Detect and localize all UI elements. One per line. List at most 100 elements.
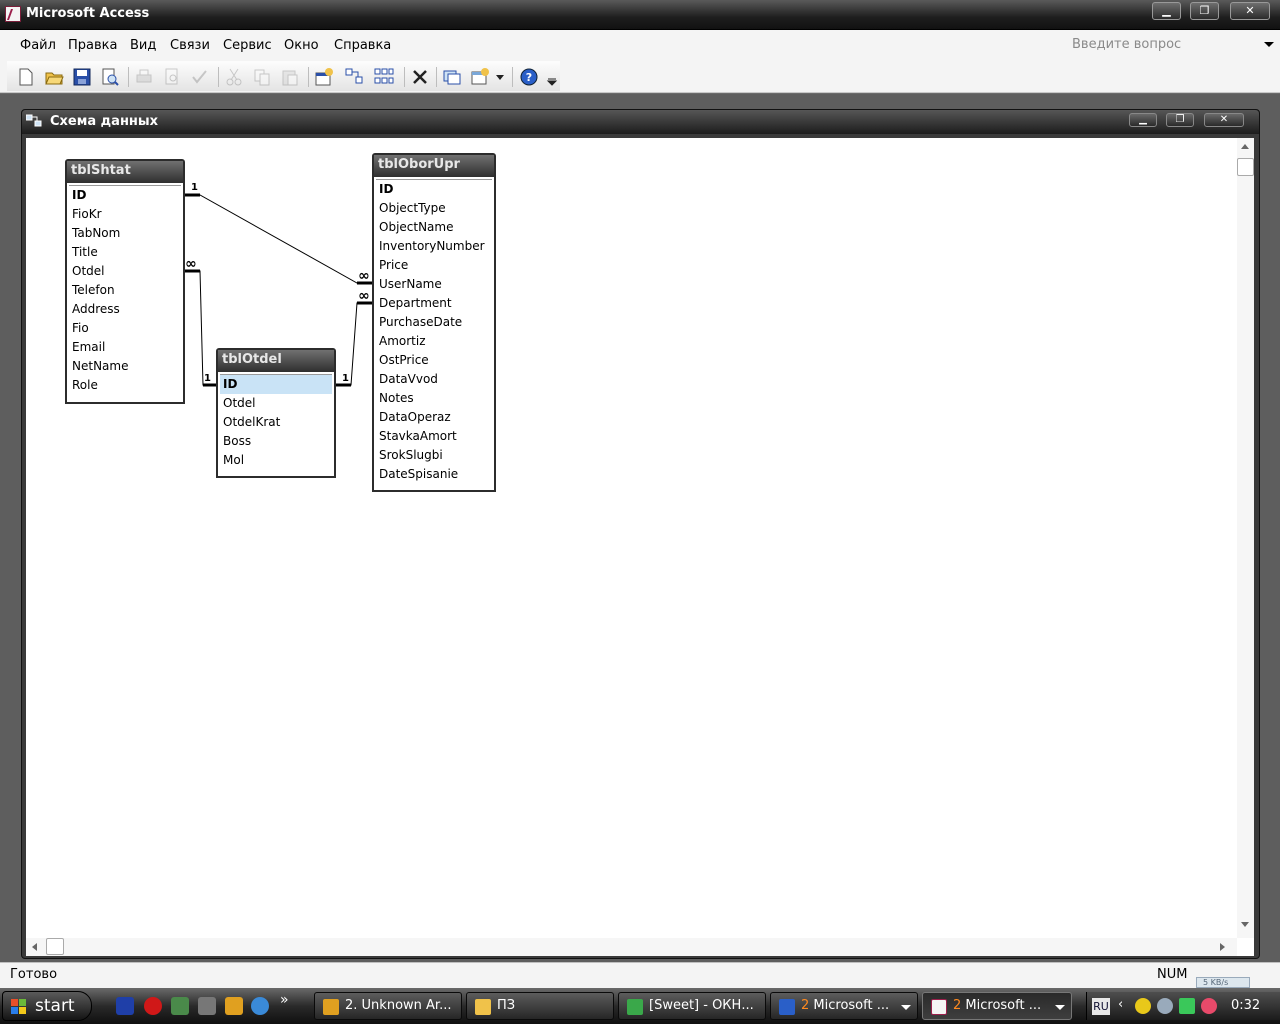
file-search-icon[interactable]: [100, 67, 120, 87]
menu-relationships[interactable]: Связи: [170, 38, 210, 53]
field-row[interactable]: Price: [376, 256, 492, 275]
delete-icon[interactable]: [410, 67, 430, 87]
open-icon[interactable]: [44, 67, 64, 87]
tray-app-icon[interactable]: [1135, 998, 1151, 1014]
field-row[interactable]: NetName: [69, 357, 181, 376]
menu-file[interactable]: Файл: [20, 38, 56, 53]
new-object-icon[interactable]: [470, 67, 490, 87]
clock[interactable]: 0:32: [1231, 998, 1260, 1013]
field-row[interactable]: Fio: [69, 319, 181, 338]
field-row[interactable]: DataOperaz: [376, 408, 492, 427]
field-row[interactable]: DateSpisanie: [376, 465, 492, 484]
language-indicator[interactable]: RU: [1092, 998, 1110, 1015]
print-preview-icon[interactable]: [162, 67, 182, 87]
taskbar-button-unknown[interactable]: 2. Unknown Ar...: [314, 992, 462, 1020]
field-row[interactable]: OstPrice: [376, 351, 492, 370]
ask-question-box[interactable]: Введите вопрос: [1072, 37, 1181, 52]
field-row[interactable]: StavkaAmort: [376, 427, 492, 446]
restore-button[interactable]: ❐: [1190, 2, 1219, 20]
start-button[interactable]: start: [2, 991, 92, 1021]
menu-view[interactable]: Вид: [130, 38, 156, 53]
show-table-icon[interactable]: [314, 67, 334, 87]
minimize-button[interactable]: ▁: [1152, 2, 1181, 20]
table-title[interactable]: tblOtdel: [218, 350, 334, 372]
field-row[interactable]: Address: [69, 300, 181, 319]
tray-expand-icon[interactable]: ‹: [1118, 997, 1123, 1012]
taskbar-button-folder[interactable]: ПЗ: [466, 992, 614, 1020]
scroll-up-icon[interactable]: [1241, 144, 1249, 149]
table-title[interactable]: tblOborUpr: [374, 155, 494, 177]
field-row[interactable]: ID: [376, 180, 492, 199]
field-row[interactable]: DataVvod: [376, 370, 492, 389]
relationships-title-bar[interactable]: Схема данных ▁ ❐ ✕: [22, 110, 1259, 134]
field-row-selected[interactable]: ID: [220, 375, 332, 394]
field-row[interactable]: Department: [376, 294, 492, 313]
field-row[interactable]: Otdel: [69, 262, 181, 281]
print-icon[interactable]: [134, 67, 154, 87]
taskbar-group-word[interactable]: 2 Microsoft ...: [770, 992, 918, 1020]
field-row[interactable]: Boss: [220, 432, 332, 451]
field-row[interactable]: PurchaseDate: [376, 313, 492, 332]
new-object-dropdown-icon[interactable]: [494, 67, 506, 87]
taskbar-group-access[interactable]: 2 Microsoft ...: [922, 992, 1072, 1020]
field-row[interactable]: Telefon: [69, 281, 181, 300]
quicklaunch-ie-icon[interactable]: [251, 997, 269, 1015]
quicklaunch-winamp-icon[interactable]: [225, 997, 243, 1015]
menu-window[interactable]: Окно: [284, 38, 319, 53]
field-row[interactable]: Otdel: [220, 394, 332, 413]
spelling-icon[interactable]: [190, 67, 210, 87]
horizontal-scrollbar[interactable]: [26, 938, 1237, 956]
field-row[interactable]: SrokSlugbi: [376, 446, 492, 465]
cut-icon[interactable]: [224, 67, 244, 87]
relationships-canvas[interactable]: 1 ∞ ∞ 1 1 ∞ tblShtat ID FioKr TabNom Tit…: [26, 138, 1254, 956]
access-app-icon[interactable]: [5, 6, 21, 22]
menu-edit[interactable]: Правка: [68, 38, 117, 53]
taskbar-button-sweet[interactable]: [Sweet] - ОКН...: [618, 992, 766, 1020]
field-row[interactable]: Role: [69, 376, 181, 395]
all-relationships-icon[interactable]: [374, 67, 394, 87]
field-row[interactable]: InventoryNumber: [376, 237, 492, 256]
table-tbloborupr[interactable]: tblOborUpr ID ObjectType ObjectName Inve…: [372, 153, 496, 492]
child-minimize-button[interactable]: ▁: [1129, 113, 1157, 127]
field-row[interactable]: FioKr: [69, 205, 181, 224]
child-close-button[interactable]: ✕: [1204, 113, 1244, 127]
quicklaunch-opera-icon[interactable]: [144, 997, 162, 1015]
quicklaunch-more[interactable]: »: [280, 992, 298, 1010]
quicklaunch-calculator-icon[interactable]: [198, 997, 216, 1015]
relationship-shtat-obor[interactable]: [184, 193, 372, 285]
ask-question-dropdown-icon[interactable]: [1264, 42, 1274, 47]
field-row[interactable]: ObjectType: [376, 199, 492, 218]
scroll-right-icon[interactable]: [1220, 943, 1225, 951]
table-tblshtat[interactable]: tblShtat ID FioKr TabNom Title Otdel Tel…: [65, 159, 185, 404]
field-row[interactable]: TabNom: [69, 224, 181, 243]
database-window-icon[interactable]: [442, 67, 462, 87]
relationship-otdel-obor[interactable]: [335, 301, 372, 387]
vertical-scroll-thumb[interactable]: [1237, 158, 1254, 176]
quicklaunch-app-icon[interactable]: [171, 997, 189, 1015]
field-row[interactable]: Notes: [376, 389, 492, 408]
field-row[interactable]: Mol: [220, 451, 332, 470]
new-icon[interactable]: [16, 67, 36, 87]
copy-icon[interactable]: [252, 67, 272, 87]
toolbar-options-icon[interactable]: [546, 67, 558, 87]
tray-download-icon[interactable]: [1201, 998, 1217, 1014]
direct-relationships-icon[interactable]: [344, 67, 364, 87]
tray-settings-icon[interactable]: [1157, 998, 1173, 1014]
scroll-left-icon[interactable]: [32, 943, 37, 951]
field-row[interactable]: Email: [69, 338, 181, 357]
field-row[interactable]: Amortiz: [376, 332, 492, 351]
tray-network-icon[interactable]: [1179, 998, 1195, 1014]
help-icon[interactable]: ?: [519, 67, 539, 87]
table-title[interactable]: tblShtat: [67, 161, 183, 183]
save-icon[interactable]: [72, 67, 92, 87]
field-row[interactable]: Title: [69, 243, 181, 262]
table-tblotdel[interactable]: tblOtdel ID Otdel OtdelKrat Boss Mol: [216, 348, 336, 478]
field-row[interactable]: ID: [69, 186, 181, 205]
child-restore-button[interactable]: ❐: [1166, 113, 1194, 127]
menu-help[interactable]: Справка: [334, 38, 391, 53]
close-button[interactable]: ✕: [1230, 2, 1270, 20]
field-row[interactable]: UserName: [376, 275, 492, 294]
scroll-down-icon[interactable]: [1241, 922, 1249, 927]
quicklaunch-desktop-icon[interactable]: [116, 997, 134, 1015]
vertical-scrollbar[interactable]: [1237, 138, 1254, 938]
